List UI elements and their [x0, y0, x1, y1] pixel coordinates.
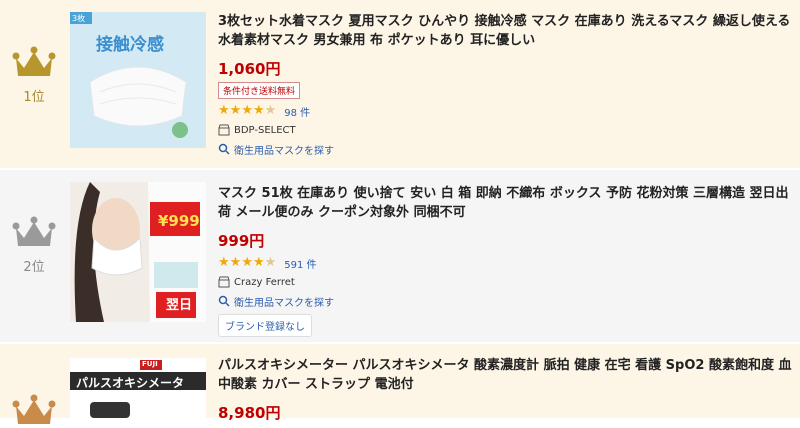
brand-chip[interactable]: ブランド登録なし: [218, 314, 312, 337]
review-count[interactable]: 98 件: [284, 104, 310, 119]
product-info-1: 3枚セット水着マスク 夏用マスク ひんやり 接触冷感 マスク 在庫あり 洗えるマ…: [218, 12, 794, 157]
rating[interactable]: ★ ★ ★ ★ ★ 98 件: [218, 103, 794, 119]
search-icon: [218, 295, 230, 307]
thumb-caption: 接触冷感: [96, 35, 164, 55]
star-icon: ★: [229, 103, 242, 118]
category-search-link[interactable]: 衛生用品マスクを探す: [218, 294, 794, 309]
search-label: 衛生用品マスクを探す: [234, 145, 334, 157]
product-image-1[interactable]: 3枚 接触冷感: [70, 12, 206, 148]
star-icon: ★: [252, 103, 265, 118]
rank-3: [0, 392, 68, 428]
product-price: 999円: [218, 232, 265, 250]
thumb-brand: FUJI: [142, 360, 158, 368]
product-price: 1,060円: [218, 60, 281, 78]
star-icon: ★: [241, 255, 253, 270]
crown-icon: [12, 394, 56, 424]
star-icon: ★: [241, 103, 253, 118]
product-info-2: マスク 51枚 在庫あり 使い捨て 安い 白 箱 即納 不織布 ボックス 予防 …: [218, 184, 794, 337]
shop-name: Crazy Ferret: [234, 276, 295, 288]
rating[interactable]: ★ ★ ★ ★ ★ 591 件: [218, 255, 794, 271]
shipping-badge: 条件付き送料無料: [218, 82, 301, 99]
thumb-price-tag: ¥999: [158, 212, 200, 230]
product-title[interactable]: マスク 51枚 在庫あり 使い捨て 安い 白 箱 即納 不織布 ボックス 予防 …: [218, 184, 794, 222]
star-icon: ★: [229, 255, 242, 270]
product-image-2[interactable]: ¥999 翌日: [70, 182, 206, 322]
star-icon: ★: [218, 103, 230, 118]
rank-label: 2位: [23, 260, 45, 275]
category-search-link[interactable]: 衛生用品マスクを探す: [218, 142, 794, 157]
shop-name: BDP-SELECT: [234, 124, 296, 136]
shop-link[interactable]: Crazy Ferret: [218, 275, 794, 289]
review-count[interactable]: 591 件: [284, 256, 316, 271]
shop-icon: [218, 124, 230, 136]
thumb-next-day: 翌日: [166, 298, 193, 313]
product-title[interactable]: 3枚セット水着マスク 夏用マスク ひんやり 接触冷感 マスク 在庫あり 洗えるマ…: [218, 12, 794, 50]
star-icon: ★: [264, 103, 277, 118]
star-icon: ★: [218, 255, 230, 270]
thumb-tag: 3枚: [72, 14, 86, 23]
crown-icon: [12, 46, 56, 76]
rank-label: 1位: [23, 90, 45, 105]
product-price: 8,980円: [218, 404, 281, 422]
product-title[interactable]: パルスオキシメーター パルスオキシメータ 酸素濃度計 脈拍 健康 在宅 看護 S…: [218, 356, 794, 394]
shop-link[interactable]: BDP-SELECT: [218, 123, 794, 137]
search-label: 衛生用品マスクを探す: [234, 297, 334, 309]
star-icon: ★: [252, 255, 265, 270]
rank-1: 1位: [0, 44, 68, 105]
rank-2: 2位: [0, 214, 68, 275]
product-image-3[interactable]: FUJI パルスオキシメータ: [70, 358, 206, 418]
shop-icon: [218, 276, 230, 288]
product-info-3: パルスオキシメーター パルスオキシメータ 酸素濃度計 脈拍 健康 在宅 看護 S…: [218, 356, 794, 423]
thumb-caption: パルスオキシメータ: [76, 376, 185, 390]
star-icon: ★: [264, 255, 277, 270]
search-icon: [218, 143, 230, 155]
crown-icon: [12, 216, 56, 246]
